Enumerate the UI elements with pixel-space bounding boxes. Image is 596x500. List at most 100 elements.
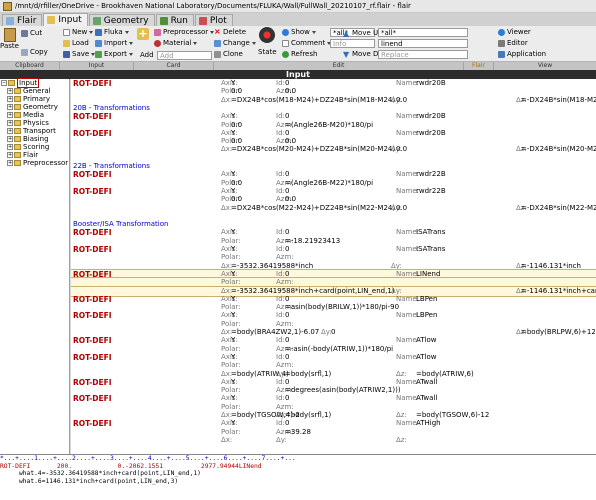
expand-icon[interactable]: + [7, 160, 13, 166]
tab-plot[interactable]: Plot [194, 14, 233, 26]
preprocessor-icon [154, 28, 161, 36]
tree-item-scoring[interactable]: + Scoring [0, 143, 69, 151]
viewer-icon [498, 28, 505, 36]
expand-icon[interactable]: + [7, 128, 13, 134]
save-icon [63, 50, 70, 58]
export-button[interactable]: Export [95, 50, 133, 58]
expand-icon[interactable]: + [7, 144, 13, 150]
change-icon [214, 39, 221, 47]
tree-item-label: Geometry [23, 103, 58, 111]
comment-icon [282, 39, 289, 47]
tab-flair[interactable]: Flair [2, 14, 43, 26]
scissors-icon [21, 29, 28, 37]
replace-input[interactable]: Replace [378, 50, 468, 59]
folder-icon [14, 88, 21, 94]
filter-combobox-value: *all* [381, 29, 397, 37]
state-button[interactable]: State [258, 27, 277, 56]
tree-item-label: General [23, 87, 51, 95]
geometry-tab-icon [92, 16, 101, 25]
viewer-button[interactable]: Viewer [498, 28, 531, 36]
tree-item-transport[interactable]: + Transport [0, 127, 69, 135]
tree-item-label: Preprocessor [23, 159, 69, 167]
main-tab-bar: Flair Input Geometry Run Plot [0, 13, 596, 26]
collapse-icon[interactable]: − [1, 80, 7, 86]
tab-label: Run [170, 15, 188, 26]
tree-item-preprocessor[interactable]: + Preprocessor [0, 159, 69, 167]
refresh-button[interactable]: Refresh [282, 50, 317, 58]
load-label: Load [72, 39, 89, 47]
move-up-button[interactable]: ▲ Move Up [343, 29, 383, 37]
add-card-input[interactable]: Add [157, 51, 212, 60]
tree-item-flair[interactable]: + Flair [0, 151, 69, 159]
filter-combobox[interactable]: *all* [378, 28, 468, 37]
folder-icon [14, 128, 21, 134]
import-button[interactable]: Import [95, 39, 134, 47]
refresh-label: Refresh [291, 50, 318, 58]
ribbon-toolbar: Paste Cut Copy New Fluka Load Import Sav… [0, 26, 596, 62]
export-icon [95, 50, 102, 58]
run-tab-icon [159, 16, 168, 25]
export-label: Export [104, 50, 127, 58]
search-input[interactable]: linend [378, 39, 468, 48]
ribbon-group-labels: Clipboard Input Card Edit Flair View [0, 62, 596, 70]
application-button[interactable]: Application [498, 50, 546, 58]
tab-input[interactable]: Input [43, 13, 88, 26]
delete-button[interactable]: × Delete [214, 27, 246, 36]
field-label: Δz: [396, 435, 407, 444]
tab-geometry[interactable]: Geometry [88, 14, 155, 26]
editor-button[interactable]: Editor [498, 39, 528, 47]
flair-app-icon [3, 1, 12, 11]
paste-button[interactable]: Paste [0, 28, 19, 50]
change-button[interactable]: Change [214, 39, 256, 47]
paste-icon [3, 28, 16, 42]
tree-item-label: Transport [23, 127, 56, 135]
new-button[interactable]: New [63, 28, 94, 36]
plus-icon: + [137, 27, 149, 40]
save-button[interactable]: Save [63, 50, 96, 58]
tree-item-label: Media [23, 111, 45, 119]
window-title: /mnt/d/rfiller/OneDrive - Brookhaven Nat… [15, 2, 411, 10]
expand-icon[interactable]: + [7, 88, 13, 94]
show-button[interactable]: Show [282, 28, 316, 36]
fluka-icon [95, 28, 102, 36]
expand-icon[interactable]: + [7, 112, 13, 118]
field-label: Δy: [276, 435, 287, 444]
expand-icon[interactable]: + [7, 152, 13, 158]
comment-button[interactable]: Comment [282, 39, 332, 47]
tree-item-geometry[interactable]: + Geometry [0, 103, 69, 111]
tree-item-label: Biasing [23, 135, 49, 143]
clone-button[interactable]: Clone [214, 50, 243, 58]
copy-button[interactable]: Copy [21, 48, 48, 56]
tab-run[interactable]: Run [155, 14, 194, 26]
preprocessor-button[interactable]: Preprocessor [154, 28, 215, 36]
copy-icon [21, 48, 28, 56]
tab-label: Flair [17, 15, 37, 26]
input-tab-icon [47, 16, 56, 24]
material-button[interactable]: Material [154, 39, 198, 47]
tree-item-physics[interactable]: + Physics [0, 119, 69, 127]
tree-item-media[interactable]: + Media [0, 111, 69, 119]
preprocessor-label: Preprocessor [163, 28, 209, 36]
tree-item-label: Scoring [23, 143, 50, 151]
cut-button[interactable]: Cut [21, 29, 42, 37]
expand-icon[interactable]: + [7, 120, 13, 126]
title-bar: /mnt/d/rfiller/OneDrive - Brookhaven Nat… [0, 0, 596, 13]
state-icon [259, 27, 276, 43]
fluka-button[interactable]: Fluka [95, 28, 129, 36]
input-tree-panel: − Input + General + Primary + Geometry + Media + Ph… [0, 78, 70, 454]
tree-item-primary[interactable]: + Primary [0, 95, 69, 103]
load-button[interactable]: Load [63, 39, 89, 47]
tree-item-label: Primary [23, 95, 51, 103]
card-row[interactable]: Δx: Δy: Δz: [71, 436, 596, 445]
info-input[interactable]: Info [330, 39, 375, 48]
expand-icon[interactable]: + [7, 136, 13, 142]
tree-item-input[interactable]: − Input [0, 78, 69, 88]
fluka-label: Fluka [104, 28, 123, 36]
tree-item-general[interactable]: + General [0, 87, 69, 95]
expand-icon[interactable]: + [7, 96, 13, 102]
add-card-button[interactable]: + [137, 28, 149, 40]
card-editor-panel[interactable]: ROT-DEFI Axis: Y Id: 0 Name: rwdr20B Polar: 0.0 A… [71, 79, 596, 454]
viewer-label: Viewer [507, 28, 531, 36]
expand-icon[interactable]: + [7, 104, 13, 110]
tree-item-biasing[interactable]: + Biasing [0, 135, 69, 143]
